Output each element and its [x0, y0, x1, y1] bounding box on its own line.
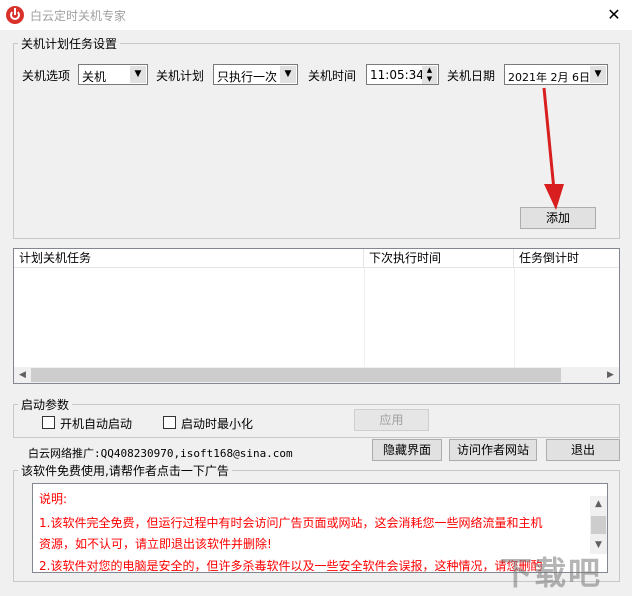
auto-start-label[interactable]: 开机自动启动	[60, 415, 132, 432]
promo-text: 白云网络推广:QQ408230970,isoft168@sina.com	[28, 447, 293, 460]
plan-select[interactable]: 只执行一次 ▼	[213, 64, 298, 85]
settings-group-label: 关机计划任务设置	[18, 35, 121, 52]
horizontal-scrollbar[interactable]: ◀ ▶	[14, 367, 619, 383]
vertical-scrollbar[interactable]: ▲ ▼	[590, 496, 607, 554]
date-label: 关机日期	[447, 69, 496, 83]
notice-line: 1.该软件完全免费，但运行过程中有时会访问广告页面或网站，这会消耗您一些网络流量…	[39, 516, 543, 530]
watermark: 下载吧	[500, 554, 603, 592]
date-value: 2021年 2月 6日	[508, 71, 590, 84]
chevron-down-icon: ▼	[280, 66, 296, 83]
task-list-header: 计划关机任务 下次执行时间 任务倒计时	[14, 249, 619, 268]
scroll-up-icon[interactable]: ▲	[590, 496, 607, 513]
notice-line: 说明:	[39, 492, 68, 506]
window-title: 白云定时关机专家	[30, 9, 127, 23]
power-icon	[6, 6, 24, 24]
notice-line: 2.该软件对您的电脑是安全的，但许多杀毒软件以及一些安全软件会误报，这种情况，请…	[39, 559, 543, 573]
visit-site-button[interactable]: 访问作者网站	[449, 439, 537, 461]
time-input[interactable]: 11:05:34 ▲ ▼	[366, 64, 439, 85]
annotation-arrow-icon	[542, 87, 564, 210]
task-list[interactable]: 计划关机任务 下次执行时间 任务倒计时 ◀ ▶	[13, 248, 620, 384]
scroll-right-icon[interactable]: ▶	[602, 367, 619, 383]
option-value: 关机	[82, 70, 107, 84]
plan-value: 只执行一次	[217, 70, 278, 84]
column-header-countdown[interactable]: 任务倒计时	[514, 249, 619, 268]
date-picker[interactable]: 2021年 2月 6日 ▼	[504, 64, 608, 85]
auto-start-checkbox[interactable]	[42, 416, 55, 429]
title-bar[interactable]: 白云定时关机专家 ✕	[0, 0, 632, 30]
chevron-down-icon: ▼	[590, 66, 606, 83]
chevron-down-icon: ▼	[130, 66, 146, 83]
column-header-task[interactable]: 计划关机任务	[14, 249, 364, 268]
spin-up-icon[interactable]: ▲	[422, 66, 437, 75]
notice-line: 资源，如不认可，请立即退出该软件并删除!	[39, 537, 272, 551]
minimize-checkbox[interactable]	[163, 416, 176, 429]
time-label: 关机时间	[308, 69, 357, 83]
hide-button[interactable]: 隐藏界面	[372, 439, 442, 461]
spin-down-icon[interactable]: ▼	[422, 75, 437, 84]
minimize-label[interactable]: 启动时最小化	[181, 415, 253, 432]
option-label: 关机选项	[22, 69, 71, 83]
scroll-thumb[interactable]	[591, 516, 606, 534]
column-header-next-time[interactable]: 下次执行时间	[364, 249, 514, 268]
notice-group-label: 该软件免费使用,请帮作者点击一下广告	[18, 462, 232, 479]
startup-group-label: 启动参数	[18, 396, 73, 413]
exit-button[interactable]: 退出	[546, 439, 620, 461]
close-button[interactable]: ✕	[596, 1, 632, 29]
scroll-thumb[interactable]	[31, 368, 561, 382]
time-value: 11:05:34	[370, 68, 424, 82]
scroll-left-icon[interactable]: ◀	[14, 367, 31, 383]
plan-label: 关机计划	[156, 69, 205, 83]
apply-button[interactable]: 应用	[354, 409, 429, 431]
option-select[interactable]: 关机 ▼	[78, 64, 148, 85]
